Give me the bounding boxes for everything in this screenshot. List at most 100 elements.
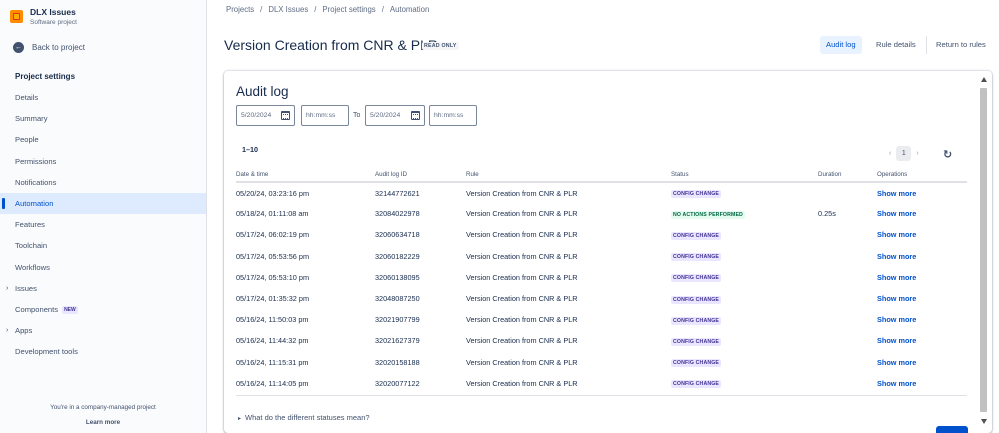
scrollbar[interactable]	[980, 77, 988, 427]
page-button-1[interactable]: 1	[896, 146, 912, 161]
sidebar-item-summary[interactable]: Summary	[0, 108, 206, 129]
show-more-link[interactable]: Show more	[877, 315, 916, 324]
project-type: Software project	[30, 19, 77, 26]
sidebar-item-workflows[interactable]: Workflows	[0, 257, 206, 278]
scroll-up-arrow-icon[interactable]	[981, 77, 987, 82]
cell-status: CONFIG CHANGE	[671, 246, 818, 267]
sidebar-item-issues[interactable]: › Issues	[0, 278, 206, 299]
table-row: 05/17/24, 01:35:32 pm 32048087250 Versio…	[236, 288, 967, 309]
table-row: 05/17/24, 06:02:19 pm 32060634718 Versio…	[236, 224, 967, 245]
breadcrumb: Projects / DLX Issues / Project settings / …	[226, 5, 430, 14]
calendar-icon[interactable]	[281, 111, 290, 120]
back-to-project-link[interactable]: ← Back to project	[13, 42, 85, 53]
chevron-right-icon: ▸	[238, 416, 242, 422]
divider	[926, 36, 927, 54]
scroll-down-arrow-icon[interactable]	[981, 419, 987, 424]
status-badge: CONFIG CHANGE	[671, 231, 722, 240]
cell-operations: Show more	[877, 309, 967, 330]
sidebar-item-label: Summary	[15, 114, 48, 124]
cell-operations: Show more	[877, 203, 967, 224]
to-time-input[interactable]: hh:mm:ss	[429, 105, 477, 126]
arrow-left-circle-icon: ←	[13, 42, 24, 53]
show-more-link[interactable]: Show more	[877, 294, 916, 303]
show-more-link[interactable]: Show more	[877, 209, 916, 218]
show-more-link[interactable]: Show more	[877, 336, 916, 345]
read-only-badge: READ ONLY	[422, 42, 459, 50]
show-more-link[interactable]: Show more	[877, 252, 916, 261]
faq-label: What do the different statuses mean?	[245, 413, 370, 422]
table-row: 05/16/24, 11:14:05 pm 32020077122 Versio…	[236, 373, 967, 394]
sidebar-item-label: Features	[15, 220, 45, 230]
return-to-rules-button[interactable]: Return to rules	[930, 36, 992, 54]
show-more-link[interactable]: Show more	[877, 230, 916, 239]
sidebar-item-details[interactable]: Details	[0, 87, 206, 108]
chevron-left-icon[interactable]: ‹	[889, 150, 891, 157]
column-header-id: Audit log ID	[375, 168, 466, 183]
from-time-placeholder: hh:mm:ss	[306, 112, 336, 119]
learn-more-link[interactable]: Learn more	[0, 419, 206, 426]
cell-rule: Version Creation from CNR & PLR	[466, 315, 578, 325]
sidebar-item-toolchain[interactable]: Toolchain	[0, 235, 206, 256]
project-type-note: You're in a company-managed project	[50, 404, 156, 411]
cell-duration	[818, 246, 877, 267]
cell-date: 05/16/24, 11:15:31 pm	[236, 357, 309, 367]
show-more-link[interactable]: Show more	[877, 273, 916, 282]
to-date-input[interactable]: 5/20/2024	[365, 105, 425, 126]
sidebar-item-automation[interactable]: Automation	[0, 192, 206, 215]
column-header-operations: Operations	[877, 168, 967, 183]
breadcrumb-automation[interactable]: Automation	[390, 5, 429, 14]
sidebar-item-label: Notifications	[15, 177, 57, 187]
sidebar-item-label: Components	[15, 304, 59, 314]
nav-heading: Project settings	[15, 72, 76, 81]
show-more-link[interactable]: Show more	[877, 379, 916, 388]
sidebar-item-notifications[interactable]: Notifications	[0, 172, 206, 193]
breadcrumb-projects[interactable]: Projects	[226, 5, 254, 14]
cell-rule: Version Creation from CNR & PLR	[466, 188, 578, 198]
table-row: 05/17/24, 05:53:56 pm 32060182229 Versio…	[236, 246, 967, 267]
cell-id: 32048087250	[375, 294, 420, 304]
scroll-thumb[interactable]	[980, 88, 987, 412]
table-header-row: Date & time Audit log ID Rule Status Dur…	[236, 168, 967, 183]
breadcrumb-project[interactable]: DLX Issues	[268, 5, 308, 14]
status-badge: CONFIG CHANGE	[671, 190, 722, 199]
cell-duration: 0.25s	[818, 209, 836, 219]
status-badge: CONFIG CHANGE	[671, 337, 722, 346]
sidebar-item-apps[interactable]: › Apps	[0, 320, 206, 341]
chevron-right-icon: ›	[6, 327, 9, 335]
new-badge: NEW	[62, 305, 78, 314]
status-badge: CONFIG CHANGE	[671, 295, 722, 304]
audit-log-panel: Audit log 5/20/2024 hh:mm:ss To 5/20/202…	[224, 71, 992, 433]
show-more-link[interactable]: Show more	[877, 189, 916, 198]
sidebar-item-development-tools[interactable]: Development tools	[0, 341, 206, 362]
pagination: ‹ 1 ›	[889, 146, 919, 161]
audit-log-button[interactable]: Audit log	[820, 36, 862, 54]
show-more-link[interactable]: Show more	[877, 358, 916, 367]
cell-operations: Show more	[877, 182, 967, 203]
status-faq-toggle[interactable]: ▸ What do the different statuses mean?	[238, 413, 370, 422]
from-time-input[interactable]: hh:mm:ss	[301, 105, 349, 126]
from-date-input[interactable]: 5/20/2024	[236, 105, 295, 126]
cell-rule: Version Creation from CNR & PLR	[466, 336, 578, 346]
sidebar-item-permissions[interactable]: Permissions	[0, 151, 206, 172]
calendar-icon[interactable]	[411, 111, 420, 120]
sidebar-item-people[interactable]: People	[0, 129, 206, 150]
chevron-right-icon[interactable]: ›	[916, 150, 918, 157]
rule-details-button[interactable]: Rule details	[870, 36, 922, 54]
sidebar-item-components[interactable]: Components NEW	[0, 299, 206, 320]
cell-status: CONFIG CHANGE	[671, 373, 818, 394]
status-badge: CONFIG CHANGE	[671, 316, 722, 325]
status-badge: CONFIG CHANGE	[671, 253, 722, 262]
cell-rule: Version Creation from CNR & PLR	[466, 251, 578, 261]
primary-action-button[interactable]	[936, 426, 968, 433]
cell-status: CONFIG CHANGE	[671, 182, 818, 203]
cell-date: 05/16/24, 11:44:32 pm	[236, 336, 309, 346]
breadcrumb-project-settings[interactable]: Project settings	[322, 5, 375, 14]
cell-operations: Show more	[877, 330, 967, 351]
cell-rule: Version Creation from CNR & PLR	[466, 209, 578, 219]
project-header[interactable]: DLX Issues Software project	[10, 7, 77, 28]
sidebar-item-label: Automation	[15, 198, 54, 208]
refresh-icon[interactable]: ↻	[943, 148, 952, 161]
cell-date: 05/18/24, 01:11:08 am	[236, 209, 309, 219]
cell-id: 32060182229	[375, 251, 420, 261]
sidebar-item-features[interactable]: Features	[0, 214, 206, 235]
